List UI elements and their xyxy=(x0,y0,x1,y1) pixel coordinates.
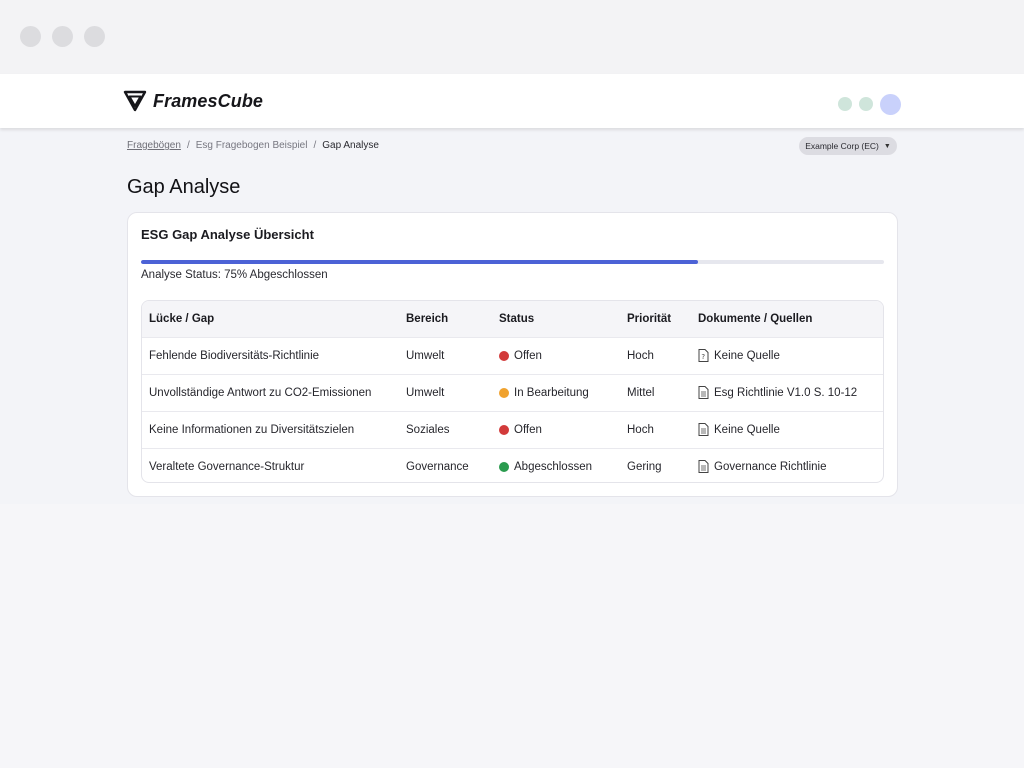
breadcrumb-separator: / xyxy=(313,140,317,151)
table-row[interactable]: Fehlende Biodiversitäts-Richtlinie Umwel… xyxy=(142,337,883,374)
analysis-status-label: Analyse Status: 75% Abgeschlossen xyxy=(141,269,328,281)
column-header-priority[interactable]: Priorität xyxy=(620,301,691,337)
gap-table: Lücke / Gap Bereich Status Priorität Dok… xyxy=(141,300,884,483)
area-cell: Umwelt xyxy=(406,386,445,399)
status-dot-icon xyxy=(499,424,509,435)
breadcrumb: Fragebögen / Esg Fragebogen Beispiel / G… xyxy=(127,140,379,151)
priority-cell: Hoch xyxy=(627,423,654,436)
document-cell-wrap: Governance Richtlinie xyxy=(691,448,883,482)
document-link[interactable]: Governance Richtlinie xyxy=(714,461,827,473)
gap-cell: Keine Informationen zu Diversitätszielen xyxy=(149,423,355,436)
table-row[interactable]: Unvollständige Antwort zu CO2-Emissionen… xyxy=(142,374,883,411)
document-missing-icon: ? xyxy=(698,349,709,362)
breadcrumb-separator: / xyxy=(186,140,190,151)
table-row[interactable]: Veraltete Governance-Struktur Governance… xyxy=(142,448,883,482)
document-cell-wrap: Keine Quelle xyxy=(691,411,883,448)
document-cell-wrap: ? Keine Quelle xyxy=(691,337,883,374)
document-cell-wrap: Esg Richtlinie V1.0 S. 10-12 xyxy=(691,374,883,411)
table-header-row: Lücke / Gap Bereich Status Priorität Dok… xyxy=(142,301,883,337)
document-link[interactable]: Esg Richtlinie V1.0 S. 10-12 xyxy=(714,387,857,399)
status-text: Offen xyxy=(514,423,542,436)
gap-analysis-card: ESG Gap Analyse Übersicht Analyse Status… xyxy=(127,212,898,497)
app-name: FramesCube xyxy=(153,90,264,111)
analysis-progress-fill xyxy=(141,260,699,264)
area-cell: Governance xyxy=(406,460,469,473)
area-cell: Soziales xyxy=(406,423,450,436)
window-minimize-dot[interactable] xyxy=(52,26,73,47)
status-dot-icon xyxy=(499,387,509,398)
window-close-dot[interactable] xyxy=(20,26,41,47)
column-header-documents[interactable]: Dokumente / Quellen xyxy=(691,301,883,337)
app-logo[interactable]: FramesCube xyxy=(123,90,263,112)
card-title: ESG Gap Analyse Übersicht xyxy=(141,227,314,242)
priority-cell: Hoch xyxy=(627,349,654,362)
status-dot-icon xyxy=(499,461,509,472)
table-row[interactable]: Keine Informationen zu Diversitätszielen… xyxy=(142,411,883,448)
column-header-area[interactable]: Bereich xyxy=(399,301,492,337)
caret-down-icon: ▼ xyxy=(883,142,891,150)
document-icon xyxy=(698,386,709,399)
analysis-progress-bar xyxy=(141,260,884,264)
priority-cell: Mittel xyxy=(627,386,655,399)
document-icon xyxy=(698,423,709,436)
page-title: Gap Analyse xyxy=(127,176,241,198)
status-text: In Bearbeitung xyxy=(514,386,589,399)
organization-select-value: Example Corp (EC) xyxy=(805,141,879,151)
gap-cell: Fehlende Biodiversitäts-Richtlinie xyxy=(149,349,320,362)
organization-select[interactable]: Example Corp (EC) ▼ xyxy=(799,137,897,155)
user-avatar[interactable] xyxy=(880,94,901,115)
window-titlebar xyxy=(0,0,1024,74)
column-header-gap[interactable]: Lücke / Gap xyxy=(142,301,399,337)
status-dot-icon xyxy=(499,350,509,361)
document-link[interactable]: Keine Quelle xyxy=(714,350,780,362)
status-cell-wrap: Offen xyxy=(492,411,620,448)
breadcrumb-item-current: Gap Analyse xyxy=(322,140,379,151)
document-link[interactable]: Keine Quelle xyxy=(714,424,780,436)
gap-cell: Unvollständige Antwort zu CO2-Emissionen xyxy=(149,386,372,399)
column-header-status[interactable]: Status xyxy=(492,301,620,337)
status-indicator-dot[interactable] xyxy=(838,97,852,111)
status-cell-wrap: Abgeschlossen xyxy=(492,448,620,482)
area-cell: Umwelt xyxy=(406,349,445,362)
status-text: Abgeschlossen xyxy=(514,460,592,473)
app-header: FramesCube xyxy=(0,74,1024,128)
gap-cell: Veraltete Governance-Struktur xyxy=(149,460,305,473)
window-maximize-dot[interactable] xyxy=(84,26,105,47)
status-cell-wrap: Offen xyxy=(492,337,620,374)
framescube-logo-icon xyxy=(123,90,147,112)
document-icon xyxy=(698,460,709,474)
status-indicator-dot[interactable] xyxy=(859,97,873,111)
breadcrumb-item-frageboegen[interactable]: Fragebögen xyxy=(127,140,181,151)
svg-text:?: ? xyxy=(701,353,705,361)
priority-cell: Gering xyxy=(627,460,662,473)
status-cell-wrap: In Bearbeitung xyxy=(492,374,620,411)
status-text: Offen xyxy=(514,349,542,362)
breadcrumb-item-fragebogen[interactable]: Esg Fragebogen Beispiel xyxy=(196,140,308,151)
